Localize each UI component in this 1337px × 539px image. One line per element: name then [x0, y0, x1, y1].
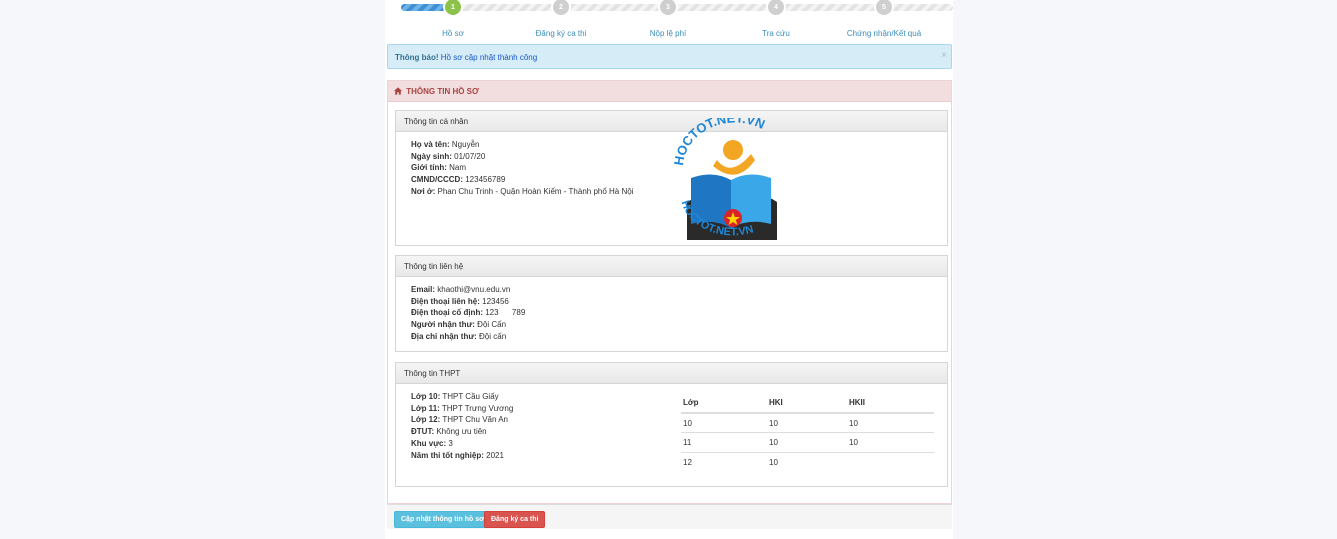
register-exam-button[interactable]: Đăng ký ca thi	[484, 511, 546, 528]
highschool-info-panel: Thông tin THPT Lớp 10: THPT Cầu Giấy Lớp…	[395, 362, 948, 487]
close-icon[interactable]: ×	[941, 50, 947, 61]
row-label: Điện thoại liên hệ:	[411, 296, 480, 306]
row-label: Khu vực:	[411, 438, 447, 448]
info-row: Điện thoại cố định: 123 789	[411, 307, 932, 319]
table-row: 11 10 10	[681, 432, 934, 453]
row-value: 123456	[482, 296, 509, 306]
table-row: 10 10 10	[681, 413, 934, 433]
contact-info-title: Thông tin liên hệ	[396, 256, 947, 277]
highschool-info-title: Thông tin THPT	[396, 363, 947, 384]
update-profile-button[interactable]: Cập nhật thông tin hồ sơ	[394, 511, 492, 528]
step-label-result[interactable]: Chứng nhận/Kết quả	[834, 29, 934, 38]
profile-panel-title: THÔNG TIN HỒ SƠ	[406, 87, 479, 96]
step-3-dot[interactable]: 3	[658, 0, 678, 17]
table-cell: 10	[681, 413, 767, 433]
row-label: CMND/CCCD:	[411, 175, 463, 185]
info-row: Người nhận thư: Đội Cấn	[411, 319, 932, 331]
table-cell: 10	[767, 432, 847, 453]
table-cell: 10	[767, 413, 847, 433]
contact-info-panel: Thông tin liên hệ Email: khaothi@vnu.edu…	[395, 255, 948, 352]
step-4-dot[interactable]: 4	[766, 0, 786, 17]
step-5-dot[interactable]: 5	[874, 0, 894, 17]
table-cell: 10	[847, 432, 934, 453]
column-header: HKII	[847, 393, 934, 414]
row-value: 01/07/20	[454, 151, 486, 161]
home-icon	[394, 87, 402, 97]
row-value: Phan Chu Trinh - Quận Hoàn Kiếm - Thành …	[437, 186, 634, 196]
info-row: Địa chỉ nhận thư: Đội cấn	[411, 331, 932, 343]
step-label-profile[interactable]: Hồ sơ	[403, 29, 503, 38]
column-header: HKI	[767, 393, 847, 414]
step-label-fee[interactable]: Nộp lệ phí	[618, 29, 718, 38]
contact-info-body: Email: khaothi@vnu.edu.vn Điện thoại liê…	[396, 277, 947, 350]
row-value: khaothi@vnu.edu.vn	[437, 285, 511, 294]
success-alert: Thông báo! Hồ sơ cập nhật thành công ×	[387, 44, 952, 69]
grades-table: Lớp HKI HKII 10 10 10 11 10 10 12 10	[681, 393, 934, 472]
row-label: Giới tính:	[411, 163, 447, 173]
table-cell: 11	[681, 432, 767, 453]
row-value: Đội cấn	[479, 331, 507, 341]
table-cell	[847, 452, 934, 472]
row-label: Email:	[411, 285, 436, 294]
row-value: THPT Trưng Vương	[441, 403, 514, 413]
row-value: Nam	[449, 163, 467, 173]
row-value: 2021	[486, 450, 504, 460]
row-value: 123456789	[465, 175, 506, 185]
info-row: Email: khaothi@vnu.edu.vn	[411, 284, 932, 296]
table-cell: 10	[769, 457, 778, 467]
action-bar: Cập nhật thông tin hồ sơ Đăng ký ca thi	[387, 504, 952, 529]
page-container: 1 2 3 4 5 Hồ sơ Đăng ký ca thi Nộp lệ ph…	[385, 0, 953, 539]
row-label: Người nhận thư:	[411, 320, 475, 330]
row-label: Địa chỉ nhận thư:	[411, 331, 477, 341]
step-2-dot[interactable]: 2	[551, 0, 571, 17]
column-header: Lớp	[681, 393, 767, 414]
row-value: Đội Cấn	[477, 320, 507, 330]
row-label: Năm thi tốt nghiệp:	[411, 450, 484, 460]
row-label: Họ và tên:	[411, 140, 450, 149]
step-label-register[interactable]: Đăng ký ca thi	[511, 29, 611, 38]
row-label: Lớp 11:	[411, 403, 440, 413]
step-label-lookup[interactable]: Tra cứu	[726, 29, 826, 38]
table-row: 12 10	[681, 452, 934, 472]
row-value: 123 789	[485, 308, 526, 318]
step-1-dot[interactable]: 1	[443, 0, 463, 17]
table-header-row: Lớp HKI HKII	[681, 393, 934, 414]
profile-panel: THÔNG TIN HỒ SƠ Thông tin cá nhân Họ và …	[387, 80, 952, 504]
row-value: 3	[448, 438, 453, 448]
row-label: ĐTUT:	[411, 427, 435, 437]
row-label: Nơi ở:	[411, 186, 436, 196]
alert-prefix: Thông báo!	[395, 53, 439, 62]
row-value: Không ưu tiên	[436, 427, 487, 437]
table-cell: 12	[683, 457, 692, 467]
row-label: Lớp 10:	[411, 392, 441, 401]
row-value: THPT Cầu Giấy	[442, 392, 499, 401]
row-label: Ngày sinh:	[411, 151, 452, 161]
table-cell: 10	[847, 413, 934, 433]
row-label: Điện thoại cố định:	[411, 308, 483, 318]
profile-panel-header: THÔNG TIN HỒ SƠ	[388, 81, 951, 102]
alert-message: Hồ sơ cập nhật thành công	[440, 53, 538, 62]
row-value: THPT Chu Văn An	[442, 415, 508, 425]
row-value: Nguyễn	[451, 140, 480, 149]
progress-stepper: 1 2 3 4 5 Hồ sơ Đăng ký ca thi Nộp lệ ph…	[385, 0, 953, 42]
hoctot-watermark-logo: HOCTOT.NET.VN HOCTOT.NET.VN	[671, 110, 791, 244]
info-row: Điện thoại liên hệ: 123456	[411, 296, 932, 308]
row-label: Lớp 12:	[411, 415, 441, 425]
